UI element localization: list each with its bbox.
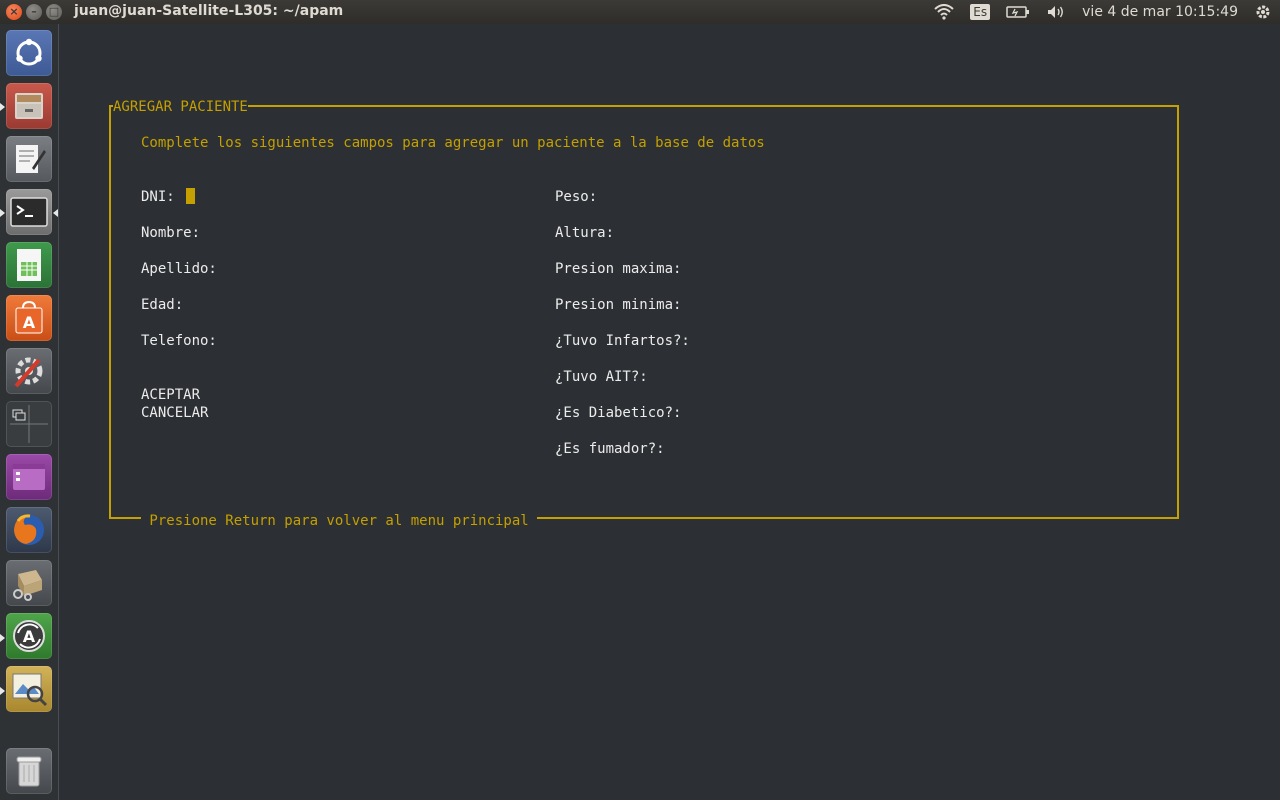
software-center-icon: A (15, 300, 43, 334)
launcher-software-updater[interactable]: A (6, 613, 52, 659)
running-indicator (0, 687, 5, 695)
focused-indicator (53, 209, 58, 217)
launcher-dash[interactable] (6, 30, 52, 76)
text-editor-icon (16, 145, 46, 173)
launcher-text-editor[interactable] (6, 136, 52, 182)
minimize-window-button[interactable]: – (26, 4, 42, 20)
spreadsheet-icon (17, 249, 41, 281)
running-indicator (0, 209, 5, 217)
launcher-files[interactable] (6, 83, 52, 129)
wifi-icon[interactable] (934, 4, 954, 20)
svg-text:A: A (23, 313, 36, 332)
field-label-presion-maxima: Presion maxima: (555, 261, 682, 277)
launcher-app-window[interactable] (6, 454, 52, 500)
workspace-switcher-icon (10, 405, 48, 443)
field-label-edad: Edad: (141, 297, 184, 313)
battery-icon[interactable] (1006, 5, 1030, 19)
field-label-dni: DNI: (141, 189, 175, 205)
files-icon (15, 93, 43, 119)
launcher-workspace-switcher[interactable] (6, 401, 52, 447)
package-installer-icon (13, 570, 42, 601)
ubuntu-dash-icon (16, 38, 42, 66)
launcher: A A (0, 24, 59, 800)
field-label-apellido: Apellido: (141, 261, 217, 277)
field-label-infartos: ¿Tuvo Infartos?: (555, 333, 690, 349)
window-title: juan@juan-Satellite-L305: ~/apam (74, 3, 344, 19)
terminal-icon (10, 197, 48, 227)
field-label-peso: Peso: (555, 189, 598, 205)
software-updater-icon: A (13, 620, 45, 652)
launcher-package-installer[interactable] (6, 560, 52, 606)
field-label-fumador: ¿Es fumador?: (555, 441, 665, 457)
indicator-area: Es vie 4 de mar 10:15:49 (926, 0, 1280, 24)
top-panel: × – □ juan@juan-Satellite-L305: ~/apam E… (0, 0, 1280, 24)
launcher-terminal[interactable] (6, 189, 52, 235)
maximize-window-button[interactable]: □ (46, 4, 62, 20)
launcher-system-settings[interactable] (6, 348, 52, 394)
app-window-icon (13, 464, 45, 490)
accept-button[interactable]: ACEPTAR (141, 386, 200, 404)
running-indicator (0, 103, 5, 111)
field-label-telefono: Telefono: (141, 333, 217, 349)
running-indicator (0, 634, 5, 642)
firefox-icon (14, 514, 44, 545)
cancel-button[interactable]: CANCELAR (141, 404, 208, 422)
field-label-ait: ¿Tuvo AIT?: (555, 369, 648, 385)
minimize-icon: – (31, 5, 37, 18)
launcher-software-center[interactable]: A (6, 295, 52, 341)
instructions-text: Complete los siguientes campos para agre… (141, 135, 765, 151)
launcher-image-viewer[interactable] (6, 666, 52, 712)
image-viewer-icon (12, 673, 48, 707)
gear-icon[interactable] (1254, 3, 1272, 21)
svg-text:A: A (23, 627, 36, 646)
launcher-spreadsheet[interactable] (6, 242, 52, 288)
form-title: AGREGAR PACIENTE (113, 98, 248, 116)
clock[interactable]: vie 4 de mar 10:15:49 (1082, 4, 1238, 20)
close-window-button[interactable]: × (6, 4, 22, 20)
launcher-firefox[interactable] (6, 507, 52, 553)
field-label-nombre: Nombre: (141, 225, 201, 241)
keyboard-layout-label: Es (970, 4, 991, 20)
footer-hint: Presione Return para volver al menu prin… (141, 512, 538, 530)
system-settings-icon (14, 357, 43, 388)
field-label-altura: Altura: (555, 225, 615, 241)
field-label-presion-minima: Presion minima: (555, 297, 682, 313)
maximize-icon: □ (48, 5, 60, 18)
terminal-window[interactable]: AGREGAR PACIENTE Complete los siguientes… (59, 24, 1280, 800)
keyboard-layout-indicator[interactable]: Es (970, 4, 991, 20)
close-icon: × (9, 5, 19, 18)
field-label-diabetico: ¿Es Diabetico?: (555, 405, 682, 421)
launcher-trash[interactable] (6, 748, 52, 794)
volume-icon[interactable] (1046, 4, 1066, 20)
trash-icon (16, 756, 42, 787)
text-cursor (186, 188, 195, 204)
